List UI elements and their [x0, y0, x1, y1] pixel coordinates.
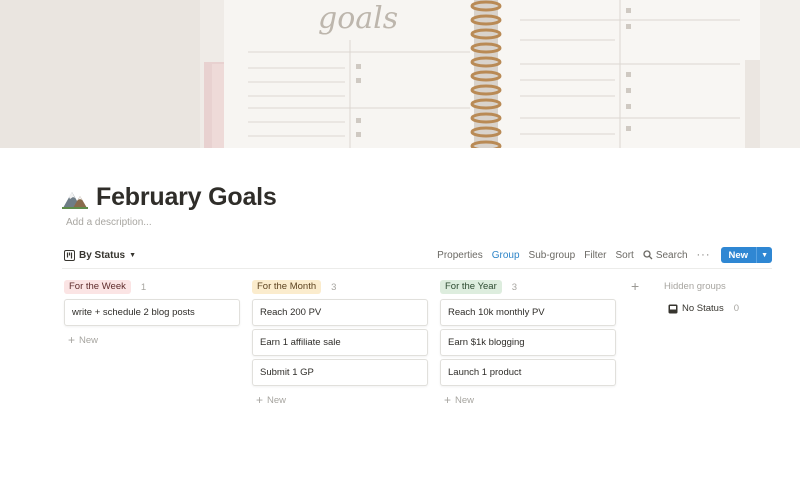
board-column: For the Year 3 Reach 10k monthly PV Earn…: [440, 280, 616, 408]
properties-button[interactable]: Properties: [437, 250, 483, 261]
cover-script-text: goals: [318, 1, 398, 36]
board-card[interactable]: Earn 1 affiliate sale: [252, 329, 428, 356]
hidden-groups-heading: Hidden groups: [664, 281, 726, 292]
group-tag: For the Week: [64, 280, 131, 294]
board-column: For the Month 3 Reach 200 PV Earn 1 affi…: [252, 280, 428, 408]
search-icon: [643, 250, 653, 260]
more-options-icon[interactable]: ···: [697, 249, 711, 261]
group-count: 3: [511, 281, 518, 293]
board-card[interactable]: write + schedule 2 blog posts: [64, 299, 240, 326]
page-header: February Goals: [62, 180, 277, 214]
add-card-button[interactable]: + New: [256, 392, 428, 408]
add-card-button[interactable]: + New: [444, 392, 616, 408]
hidden-group-count: 0: [733, 303, 740, 314]
group-tag: For the Month: [252, 280, 322, 294]
view-selector[interactable]: By Status ▼: [64, 247, 136, 263]
toolbar-divider: [62, 268, 772, 269]
board-card[interactable]: Submit 1 GP: [252, 359, 428, 386]
add-card-label: New: [455, 394, 475, 406]
add-card-button[interactable]: + New: [68, 332, 240, 348]
column-header[interactable]: For the Year 3: [440, 280, 616, 294]
new-button-label: New: [728, 249, 749, 261]
search-button[interactable]: Search: [643, 250, 688, 261]
view-label: By Status: [79, 249, 126, 261]
plus-icon: +: [444, 393, 452, 407]
filter-button[interactable]: Filter: [584, 250, 606, 261]
group-tag: For the Year: [440, 280, 502, 294]
board-card[interactable]: Earn $1k blogging: [440, 329, 616, 356]
board-card[interactable]: Reach 10k monthly PV: [440, 299, 616, 326]
search-label: Search: [655, 249, 688, 261]
chevron-down-icon: ▼: [129, 251, 137, 259]
page-title[interactable]: February Goals: [96, 183, 277, 212]
plus-icon: +: [68, 333, 76, 347]
add-group-plus-icon[interactable]: +: [631, 278, 639, 294]
group-count: 3: [331, 281, 337, 293]
toolbar: Properties Group Sub-group Filter Sort S…: [428, 246, 772, 264]
sort-button[interactable]: Sort: [615, 250, 633, 261]
column-header[interactable]: For the Month 3: [252, 280, 428, 294]
inbox-icon: [668, 304, 678, 313]
board-card[interactable]: Launch 1 product: [440, 359, 616, 386]
board-column: For the Week 1 write + schedule 2 blog p…: [64, 280, 240, 348]
plus-icon: +: [256, 393, 264, 407]
column-header[interactable]: For the Week 1: [64, 280, 240, 294]
description-field[interactable]: Add a description...: [66, 217, 152, 228]
hidden-group-label: No Status: [682, 303, 724, 314]
new-dropdown-chevron-icon[interactable]: ▼: [756, 247, 772, 263]
board-view-icon: [64, 249, 75, 261]
group-count: 1: [140, 281, 147, 293]
add-card-label: New: [267, 394, 287, 406]
cover-image: goals: [0, 0, 800, 148]
subgroup-button[interactable]: Sub-group: [529, 250, 576, 261]
group-button[interactable]: Group: [492, 250, 520, 261]
board-card[interactable]: Reach 200 PV: [252, 299, 428, 326]
mountain-icon[interactable]: [62, 184, 88, 210]
add-card-label: New: [79, 334, 99, 346]
hidden-group-item[interactable]: No Status 0: [668, 303, 739, 314]
new-button[interactable]: New ▼: [720, 247, 772, 263]
